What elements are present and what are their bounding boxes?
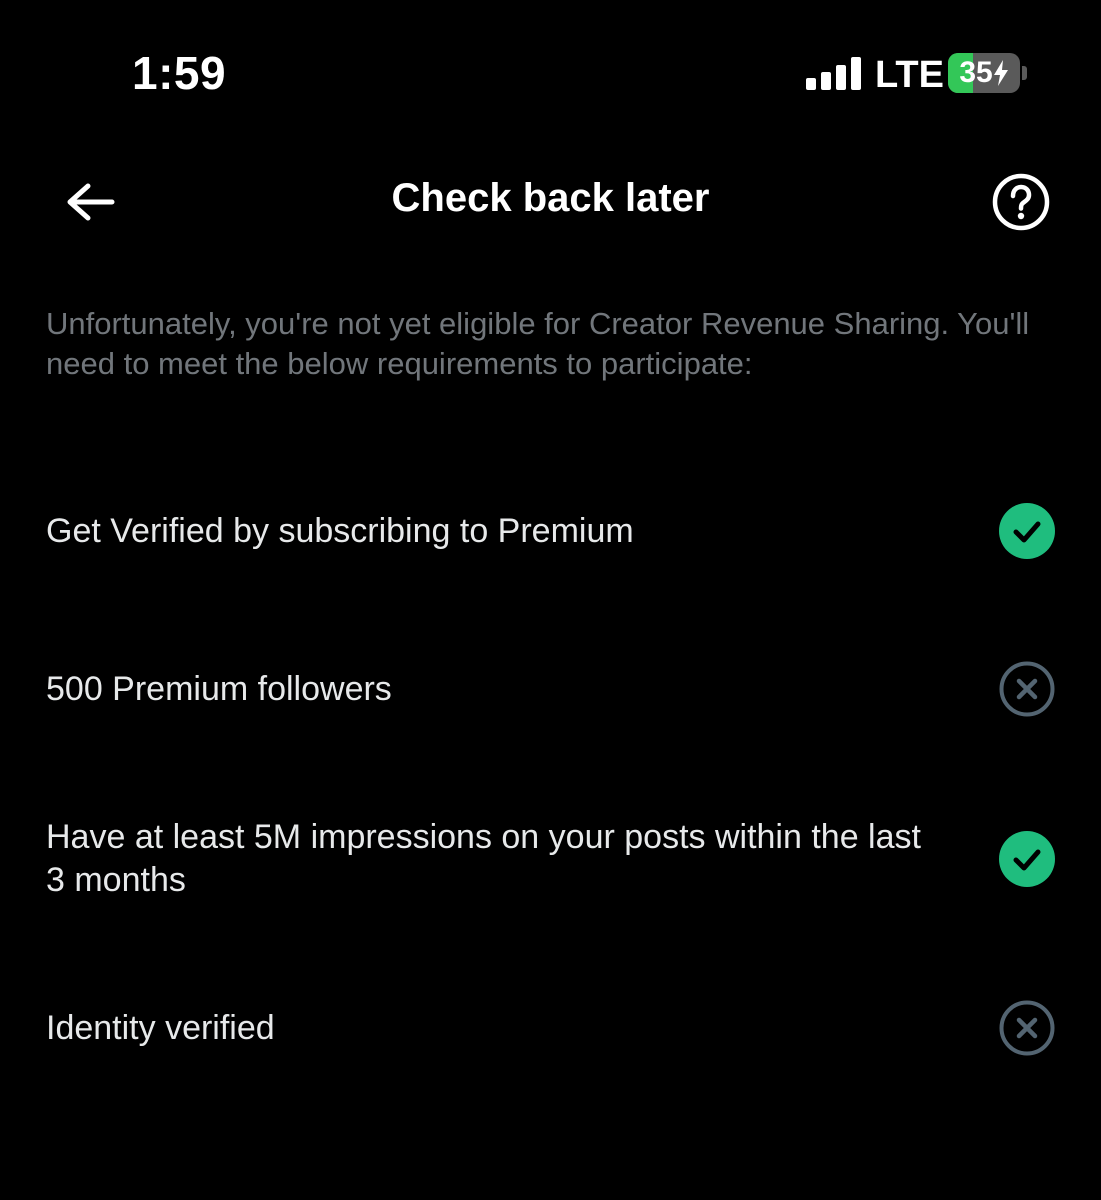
screen: 1:59 LTE 35 Check back later Unfortunate… bbox=[0, 0, 1101, 1200]
cellular-signal-icon bbox=[806, 56, 862, 90]
battery-icon: 35 bbox=[948, 53, 1020, 93]
check-circle-icon bbox=[999, 831, 1055, 887]
question-circle-icon bbox=[992, 173, 1050, 231]
requirement-row: Identity verified bbox=[46, 999, 1056, 1057]
help-button[interactable] bbox=[991, 172, 1051, 232]
network-type: LTE bbox=[875, 54, 944, 96]
requirement-row: Have at least 5M impressions on your pos… bbox=[46, 816, 1056, 902]
battery-level: 35 bbox=[959, 56, 993, 89]
status-time: 1:59 bbox=[132, 47, 227, 99]
x-circle-icon bbox=[999, 1000, 1055, 1056]
page-title: Check back later bbox=[391, 176, 710, 220]
battery-cap bbox=[1022, 66, 1027, 80]
battery-level-text: 35 bbox=[948, 53, 1020, 93]
requirement-label: Identity verified bbox=[46, 1008, 275, 1047]
x-circle-icon bbox=[999, 661, 1055, 717]
intro-text: Unfortunately, you're not yet eligible f… bbox=[46, 306, 1030, 381]
requirement-row: Get Verified by subscribing to Premium bbox=[46, 502, 1056, 560]
charging-bolt-icon bbox=[993, 60, 1008, 86]
check-circle-icon bbox=[999, 503, 1055, 559]
requirement-label: 500 Premium followers bbox=[46, 669, 392, 708]
requirement-label: Have at least 5M impressions on your pos… bbox=[46, 818, 921, 899]
requirement-label: Get Verified by subscribing to Premium bbox=[46, 511, 634, 550]
requirement-row: 500 Premium followers bbox=[46, 660, 1056, 718]
